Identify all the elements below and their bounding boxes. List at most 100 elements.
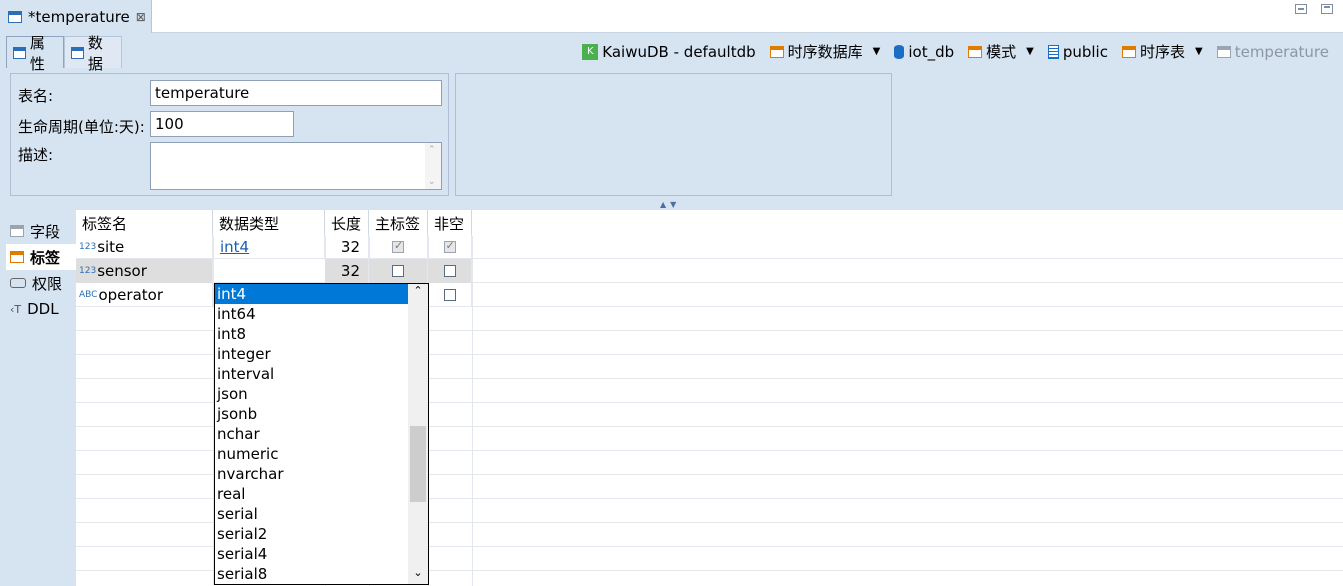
table-name-input[interactable]: temperature (150, 80, 442, 106)
folder-icon (1121, 45, 1136, 58)
integer-type-icon: 123 (79, 242, 97, 252)
integer-type-icon: 123 (79, 266, 97, 276)
dropdown-option[interactable]: int64 (215, 304, 408, 324)
lifecycle-input[interactable]: 100 (150, 111, 294, 137)
dropdown-option[interactable]: serial2 (215, 524, 408, 544)
editor-tab-temperature[interactable]: *temperature ⊠ (0, 0, 152, 33)
scroll-up-icon[interactable]: ⌃ (408, 284, 428, 302)
header-tag-name[interactable]: 标签名 (76, 210, 213, 236)
header-data-type[interactable]: 数据类型 (213, 210, 325, 236)
cell-tag-name[interactable]: ABC operator (76, 283, 213, 307)
data-type-options: int4 int64 int8 integer interval json jsonb nch… (215, 284, 428, 584)
data-icon (71, 46, 84, 59)
scroll-up-icon[interactable]: ⌃ (428, 145, 436, 155)
description-textarea[interactable]: ⌃ ⌄ (150, 142, 442, 190)
kaiwudb-icon: K (582, 43, 599, 60)
table-header: 标签名 数据类型 长度 主标签 非空 (76, 210, 472, 236)
tag-name-value: sensor (97, 262, 147, 280)
lifecycle-value: 100 (155, 115, 184, 133)
scroll-down-icon[interactable]: ⌄ (428, 177, 436, 187)
dropdown-option[interactable]: int4 (215, 284, 408, 304)
maximize-button[interactable] (1321, 4, 1333, 14)
cell-primary[interactable] (369, 235, 428, 259)
description-scrollbar[interactable]: ⌃ ⌄ (425, 143, 441, 189)
breadcrumb-connection[interactable]: K KaiwuDB - defaultdb (582, 42, 756, 61)
database-icon (894, 44, 905, 59)
header-length[interactable]: 长度 (325, 210, 369, 236)
tab-properties[interactable]: 属性 (6, 34, 64, 73)
close-icon[interactable]: ⊠ (136, 10, 146, 24)
breadcrumb-schemas-label: 模式 (986, 43, 1017, 61)
scrollbar-thumb[interactable] (410, 426, 426, 502)
tab-data[interactable]: 数据 (64, 34, 122, 73)
scroll-down-icon[interactable]: ⌄ (408, 566, 428, 584)
chevron-down-icon[interactable]: ▼ (1026, 46, 1034, 57)
cell-length[interactable]: 32 (325, 259, 369, 283)
dropdown-option[interactable]: nvarchar (215, 464, 408, 484)
table-name-label: 表名: (18, 87, 54, 105)
cell-primary[interactable] (369, 259, 428, 283)
not-null-checkbox[interactable] (443, 239, 456, 253)
chevron-down-icon[interactable]: ▼ (1195, 46, 1203, 57)
tab-permissions[interactable]: 权限 (6, 270, 76, 296)
folder-icon (769, 45, 784, 58)
editor-tab-bar: *temperature ⊠ (0, 0, 1343, 33)
breadcrumb-schemas[interactable]: 模式 ▼ (968, 41, 1034, 62)
dropdown-option[interactable]: integer (215, 344, 408, 364)
tab-columns-label: 字段 (30, 222, 61, 241)
dropdown-option[interactable]: real (215, 484, 408, 504)
properties-icon (13, 46, 26, 59)
cell-tag-name[interactable]: 123 site (76, 235, 213, 259)
tab-properties-label: 属性 (29, 33, 45, 73)
collapse-sash[interactable]: ▲▼ (660, 200, 680, 209)
dropdown-option[interactable]: nchar (215, 424, 408, 444)
tag-name-value: site (97, 238, 125, 256)
tab-tags-label: 标签 (30, 248, 61, 267)
dropdown-option[interactable]: jsonb (215, 404, 408, 424)
cell-tag-name[interactable]: 123 sensor (76, 259, 213, 283)
dropdown-option[interactable]: serial8 (215, 564, 408, 584)
tab-columns[interactable]: 字段 (6, 218, 76, 244)
header-not-null[interactable]: 非空 (428, 210, 472, 236)
cell-not-null[interactable] (428, 259, 472, 283)
breadcrumb-schema[interactable]: public (1047, 43, 1108, 61)
breadcrumb-database[interactable]: iot_db (894, 43, 954, 61)
properties-toolbar: 属性 数据 K KaiwuDB - defaultdb 时序数据库 ▼ iot_… (0, 33, 1343, 73)
tab-ddl-label: DDL (27, 300, 59, 318)
dropdown-option[interactable]: json (215, 384, 408, 404)
tab-ddl[interactable]: ‹T DDL (6, 296, 76, 322)
dropdown-option[interactable]: serial4 (215, 544, 408, 564)
schema-icon (1047, 44, 1059, 59)
breadcrumb: K KaiwuDB - defaultdb 时序数据库 ▼ iot_db 模式 … (568, 41, 1329, 62)
breadcrumb-ts-database[interactable]: 时序数据库 ▼ (769, 41, 881, 62)
data-type-dropdown[interactable]: int4 int64 int8 integer interval json jsonb nch… (214, 283, 429, 585)
lifecycle-label: 生命周期(单位:天): (18, 118, 145, 136)
table-name-value: temperature (155, 84, 250, 102)
minimize-button[interactable] (1295, 4, 1307, 14)
dropdown-option[interactable]: serial (215, 504, 408, 524)
table-row[interactable]: 123 sensor int4 ⌄ 32 (76, 259, 1343, 330)
table-row[interactable]: 123 site int4 32 (76, 235, 1343, 259)
primary-checkbox[interactable] (392, 239, 404, 253)
cell-data-type[interactable]: int4 (213, 235, 325, 259)
dropdown-option[interactable]: int8 (215, 324, 408, 344)
editor-tab-title: *temperature (28, 7, 130, 26)
tab-tags[interactable]: 标签 (6, 244, 76, 270)
breadcrumb-connection-label: KaiwuDB - defaultdb (602, 42, 756, 61)
dropdown-scrollbar[interactable]: ⌃ ⌄ (408, 284, 428, 584)
breadcrumb-table[interactable]: temperature (1216, 43, 1329, 61)
breadcrumb-ts-tables[interactable]: 时序表 ▼ (1121, 41, 1203, 62)
dropdown-option[interactable]: interval (215, 364, 408, 384)
dropdown-option[interactable]: numeric (215, 444, 408, 464)
tab-permissions-label: 权限 (32, 274, 63, 293)
chevron-down-icon[interactable]: ▼ (873, 46, 881, 57)
primary-checkbox[interactable] (392, 265, 404, 277)
not-null-checkbox[interactable] (443, 265, 456, 277)
cell-length[interactable]: 32 (325, 235, 369, 259)
breadcrumb-ts-tables-label: 时序表 (1139, 43, 1185, 61)
cell-not-null[interactable] (428, 235, 472, 259)
data-type-link[interactable]: int4 (220, 238, 249, 256)
header-primary[interactable]: 主标签 (369, 210, 428, 236)
not-null-checkbox[interactable] (443, 289, 456, 301)
cell-not-null[interactable] (428, 283, 472, 307)
